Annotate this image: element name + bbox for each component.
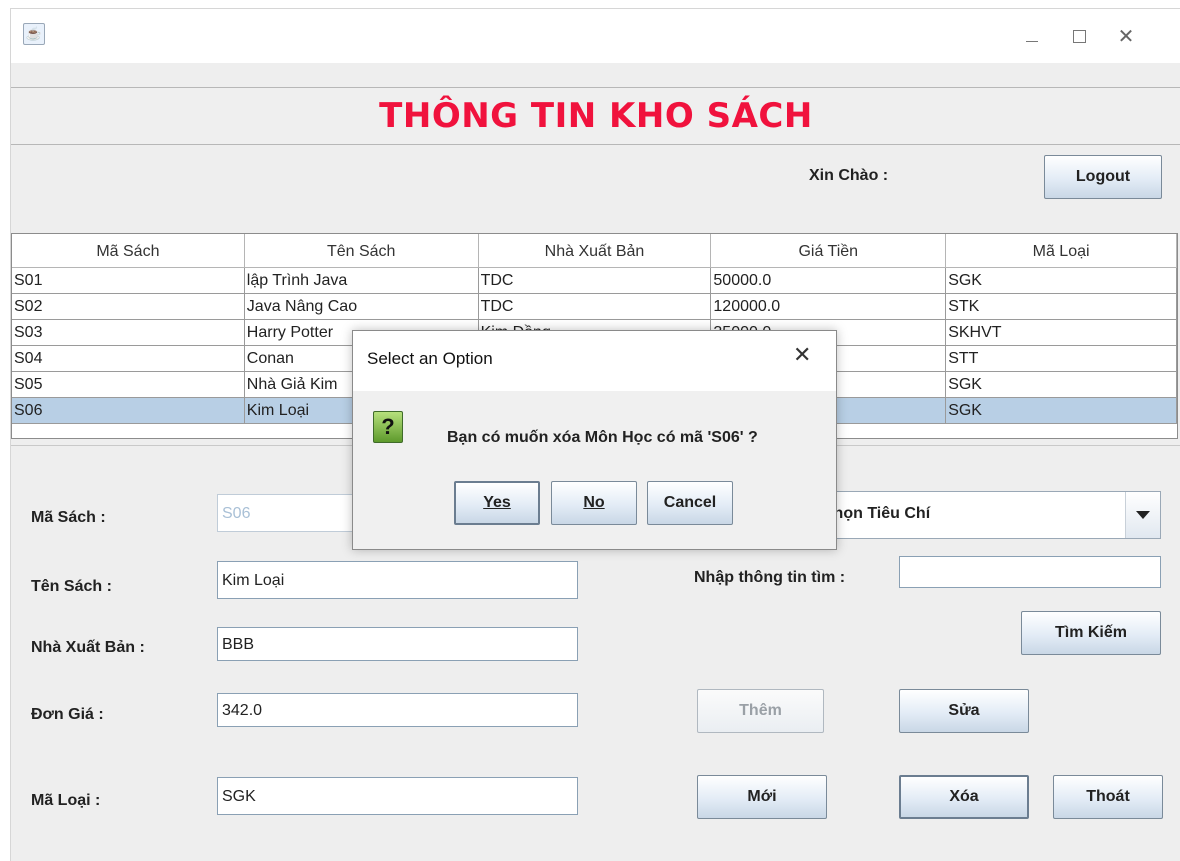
ma-sach-label: Mã Sách : xyxy=(31,509,106,526)
column-header[interactable]: Mã Loại xyxy=(946,234,1177,268)
table-cell: STK xyxy=(946,294,1177,320)
search-input[interactable] xyxy=(899,556,1161,588)
column-header[interactable]: Mã Sách xyxy=(12,234,245,268)
dialog-title: Select an Option xyxy=(367,349,493,368)
table-cell: 120000.0 xyxy=(711,294,947,320)
table-cell: TDC xyxy=(478,294,712,320)
title-bar: ☕ ✕ xyxy=(11,9,1180,63)
dialog-title-bar: Select an Option ✕ xyxy=(353,331,836,391)
column-header[interactable]: Nhà Xuất Bản xyxy=(478,234,712,268)
search-button[interactable]: Tìm Kiếm xyxy=(1021,611,1161,655)
minimize-button[interactable] xyxy=(1009,19,1055,53)
logout-button[interactable]: Logout xyxy=(1044,155,1162,199)
table-cell: TDC xyxy=(478,268,712,294)
table-cell: S01 xyxy=(12,268,245,294)
new-button[interactable]: Mới xyxy=(697,775,827,819)
table-cell: S02 xyxy=(12,294,245,320)
cancel-button[interactable]: Cancel xyxy=(647,481,733,525)
dialog-close-icon[interactable]: ✕ xyxy=(793,343,811,368)
greeting-label: Xin Chào : xyxy=(809,167,889,184)
column-header[interactable]: Tên Sách xyxy=(244,234,479,268)
page-title: THÔNG TIN KHO SÁCH xyxy=(379,96,813,136)
nha-xuat-ban-field[interactable]: BBB xyxy=(217,627,578,661)
table-cell: S05 xyxy=(12,372,245,398)
dialog-message: Bạn có muốn xóa Môn Học có mã 'S06' ? xyxy=(447,429,758,446)
maximize-button[interactable] xyxy=(1056,19,1102,53)
delete-button[interactable]: Xóa xyxy=(899,775,1029,819)
header-panel: THÔNG TIN KHO SÁCH xyxy=(11,87,1180,145)
table-cell: SKHVT xyxy=(946,320,1177,346)
table-cell: SGK xyxy=(946,372,1177,398)
ma-loai-field[interactable]: SGK xyxy=(217,777,578,815)
criteria-dropdown[interactable]: Chọn Tiêu Chí xyxy=(803,491,1161,539)
table-cell: STT xyxy=(946,346,1177,372)
yes-button[interactable]: Yes xyxy=(454,481,540,525)
don-gia-field[interactable]: 342.0 xyxy=(217,693,578,727)
table-cell: SGK xyxy=(946,398,1177,424)
edit-button[interactable]: Sửa xyxy=(899,689,1029,733)
table-cell: S03 xyxy=(12,320,245,346)
table-cell: SGK xyxy=(946,268,1177,294)
search-input-label: Nhập thông tin tìm : xyxy=(694,569,846,586)
table-row[interactable]: S01 lập Trình Java TDC 50000.0 SGK xyxy=(12,268,1177,294)
ten-sach-label: Tên Sách : xyxy=(31,578,112,595)
don-gia-label: Đơn Giá : xyxy=(31,706,104,723)
no-button[interactable]: No xyxy=(551,481,637,525)
table-cell: S04 xyxy=(12,346,245,372)
yes-label: Yes xyxy=(483,494,511,511)
no-label: No xyxy=(583,494,605,511)
table-cell: Java Nâng Cao xyxy=(244,294,479,320)
chevron-down-icon[interactable] xyxy=(1125,492,1160,538)
java-app-icon: ☕ xyxy=(23,23,45,45)
exit-button[interactable]: Thoát xyxy=(1053,775,1163,819)
criteria-selected-text: Chọn Tiêu Chí xyxy=(822,505,931,522)
ten-sach-field[interactable]: Kim Loại xyxy=(217,561,578,599)
table-cell: lập Trình Java xyxy=(244,268,479,294)
question-icon: ? xyxy=(373,411,403,443)
confirm-dialog: Select an Option ✕ ? Bạn có muốn xóa Môn… xyxy=(352,330,837,550)
table-cell: S06 xyxy=(12,398,245,424)
close-window-button[interactable]: ✕ xyxy=(1103,19,1149,53)
table-cell: 50000.0 xyxy=(711,268,947,294)
nha-xuat-ban-label: Nhà Xuất Bản : xyxy=(31,639,145,656)
column-header[interactable]: Giá Tiền xyxy=(711,234,947,268)
ma-loai-label: Mã Loại : xyxy=(31,792,101,809)
table-header: Mã Sách Tên Sách Nhà Xuất Bản Giá Tiền M… xyxy=(12,234,1177,268)
add-button[interactable]: Thêm xyxy=(697,689,824,733)
table-row[interactable]: S02 Java Nâng Cao TDC 120000.0 STK xyxy=(12,294,1177,320)
